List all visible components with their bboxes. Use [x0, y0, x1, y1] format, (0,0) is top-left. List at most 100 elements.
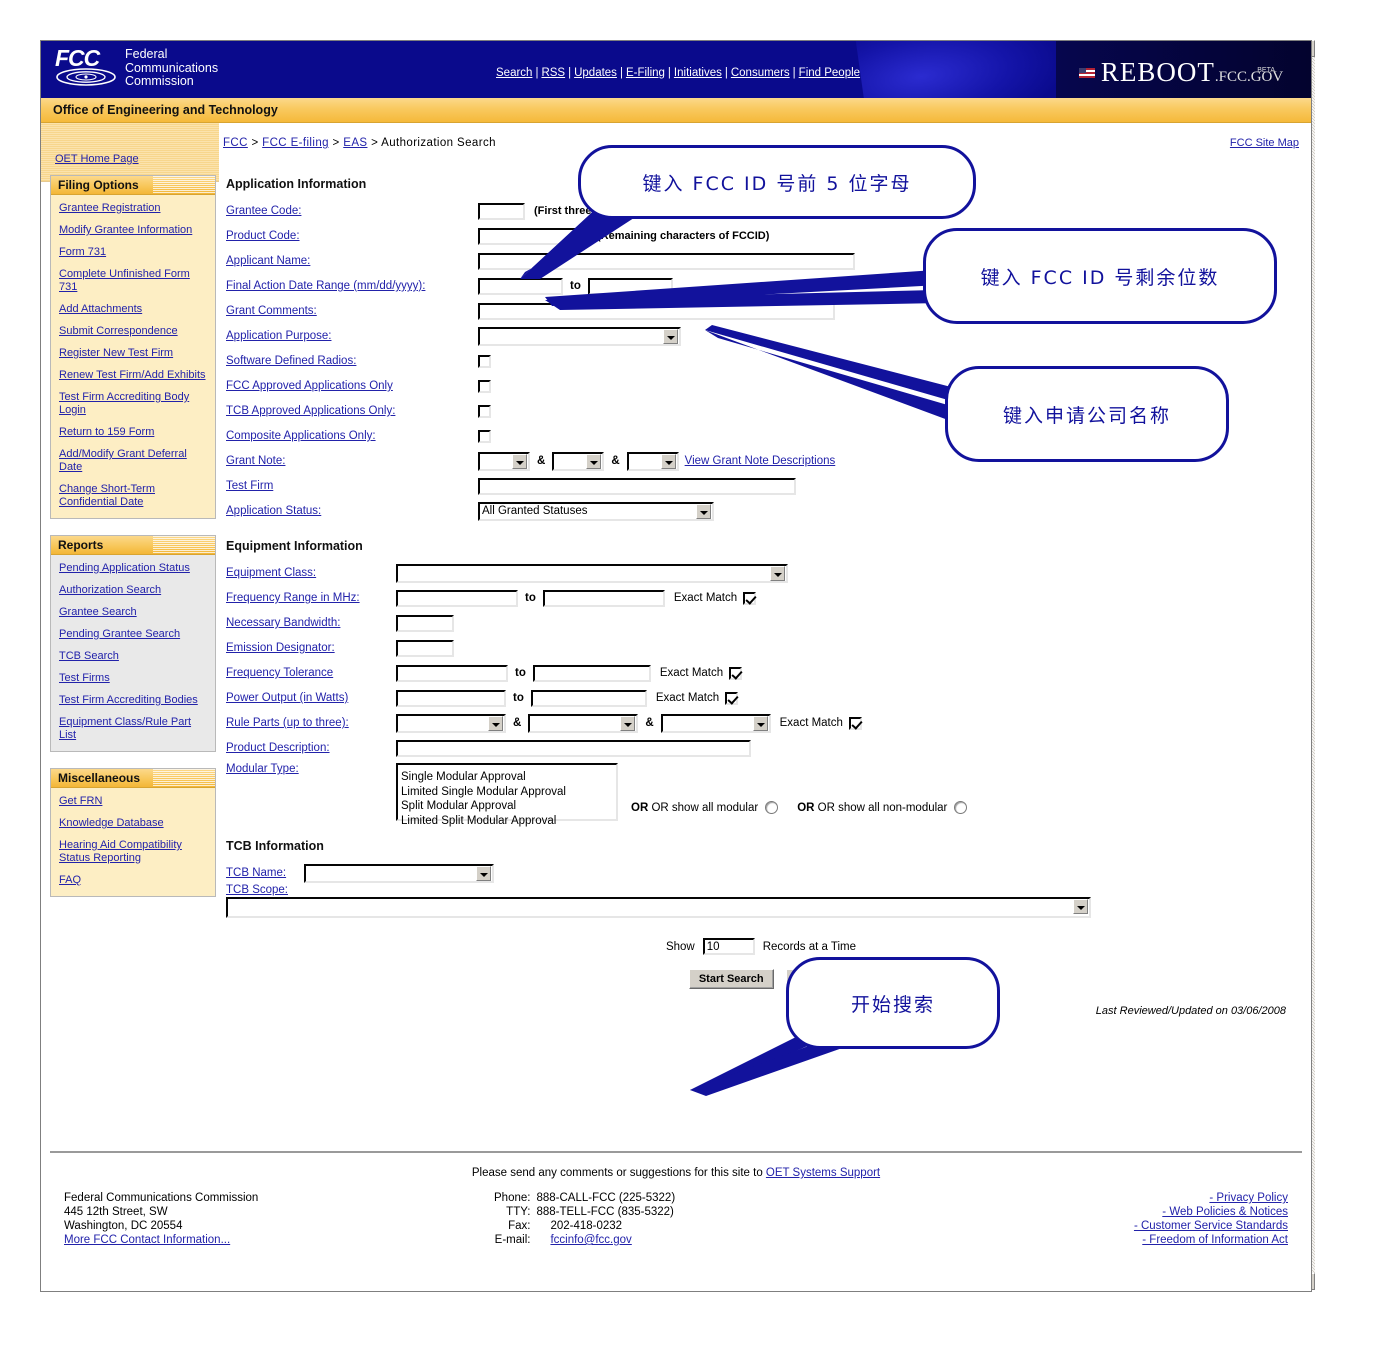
sidebar-item-register-new-test-firm[interactable]: Register New Test Firm — [59, 347, 207, 360]
product-code-input[interactable] — [478, 227, 588, 245]
callout-product-code-text: 键入 FCC ID 号剩余位数 — [980, 266, 1220, 289]
nav-link-search[interactable]: Search — [496, 67, 532, 79]
necessary-bandwidth-input[interactable] — [396, 614, 454, 632]
final-action-date-from-input[interactable] — [478, 277, 563, 295]
grant-note-select-1[interactable] — [478, 451, 530, 471]
application-status-select[interactable]: All Granted Statuses — [478, 501, 714, 521]
oet-systems-support-link[interactable]: OET Systems Support — [766, 1167, 880, 1179]
sidebar-item-equipment-class-rule-part-list[interactable]: Equipment Class/Rule Part List — [59, 716, 207, 742]
frequency-tolerance-from-input[interactable] — [396, 664, 508, 682]
frequency-range-to-input[interactable] — [542, 589, 665, 607]
tcb-name-select[interactable] — [304, 863, 494, 883]
exact-match-tolerance-checkbox[interactable] — [729, 666, 743, 680]
nav-link-find-people[interactable]: Find People — [799, 67, 860, 79]
or-show-all-nonmodular-label: OR OR show all non-modular — [797, 801, 948, 814]
sidebar-item-add-modify-grant-deferral-date[interactable]: Add/Modify Grant Deferral Date — [59, 448, 207, 474]
fcc-site-map-link[interactable]: FCC Site Map — [1230, 137, 1299, 149]
modular-type-listbox[interactable]: Single Modular Approval Limited Single M… — [396, 763, 618, 827]
rule-part-select-1[interactable] — [396, 713, 506, 733]
sidebar-item-grantee-registration[interactable]: Grantee Registration — [59, 202, 207, 215]
grant-note-select-3[interactable] — [626, 451, 679, 471]
fcc-approved-only-checkbox[interactable] — [478, 379, 491, 393]
exact-match-frequency-checkbox[interactable] — [743, 591, 757, 605]
customer-service-standards-link[interactable]: - Customer Service Standards — [1134, 1220, 1288, 1232]
footer-email-link[interactable]: fccinfo@fcc.gov — [550, 1234, 631, 1246]
application-purpose-select[interactable] — [478, 326, 681, 346]
more-fcc-contact-information-link[interactable]: More FCC Contact Information... — [64, 1234, 230, 1246]
field-row-necessary-bandwidth: Necessary Bandwidth: — [226, 613, 1296, 633]
composite-only-checkbox[interactable] — [478, 429, 491, 443]
sidebar-item-test-firm-accrediting-bodies[interactable]: Test Firm Accrediting Bodies — [59, 694, 207, 707]
label-tcb-scope: TCB Scope: — [226, 884, 288, 896]
callout-applicant-name-text: 键入申请公司名称 — [1002, 404, 1171, 427]
sidebar-item-submit-correspondence[interactable]: Submit Correspondence — [59, 325, 207, 338]
sidebar-item-add-attachments[interactable]: Add Attachments — [59, 303, 207, 316]
modular-option-1[interactable]: Single Modular Approval — [401, 770, 616, 785]
show-all-modular-radio[interactable] — [765, 801, 779, 814]
nav-link-updates[interactable]: Updates — [574, 67, 617, 79]
power-output-from-input[interactable] — [396, 689, 506, 707]
privacy-policy-link[interactable]: - Privacy Policy — [1209, 1192, 1288, 1204]
nav-link-efiling[interactable]: E-Filing — [626, 67, 665, 79]
sidebar-item-test-firms[interactable]: Test Firms — [59, 672, 207, 685]
sidebar-item-modify-grantee-information[interactable]: Modify Grantee Information — [59, 224, 207, 237]
sidebar-item-test-firm-accrediting-body-login[interactable]: Test Firm Accrediting Body Login — [59, 391, 207, 417]
emission-designator-input[interactable] — [396, 639, 454, 657]
applicant-name-input[interactable] — [478, 252, 855, 270]
sidebar-item-return-to-159-form[interactable]: Return to 159 Form — [59, 426, 207, 439]
sidebar-item-pending-grantee-search[interactable]: Pending Grantee Search — [59, 628, 207, 641]
modular-option-2[interactable]: Limited Single Modular Approval — [401, 785, 616, 800]
field-row-tcb-name: TCB Name: — [226, 863, 1296, 883]
reboot-brand[interactable]: REBOOT .FCC.GOV BETA — [1078, 57, 1301, 88]
sidebar-item-renew-test-firm[interactable]: Renew Test Firm/Add Exhibits — [59, 369, 207, 382]
product-description-input[interactable] — [396, 739, 751, 757]
grantee-code-input[interactable] — [478, 202, 525, 220]
modular-option-3[interactable]: Split Modular Approval — [401, 799, 616, 814]
frequency-range-from-input[interactable] — [396, 589, 518, 607]
reboot-brand-main: REBOOT — [1100, 57, 1215, 87]
sidebar-item-grantee-search[interactable]: Grantee Search — [59, 606, 207, 619]
grant-comments-input[interactable] — [478, 302, 835, 320]
sidebar-item-change-short-term-confidential-date[interactable]: Change Short-Term Confidential Date — [59, 483, 207, 509]
sidebar-item-hearing-aid-compatibility[interactable]: Hearing Aid Compatibility Status Reporti… — [59, 839, 207, 865]
sidebar-item-get-frn[interactable]: Get FRN — [59, 795, 207, 808]
software-defined-radios-checkbox[interactable] — [478, 354, 491, 368]
breadcrumb-fcc[interactable]: FCC — [223, 137, 248, 149]
tcb-approved-only-checkbox[interactable] — [478, 404, 491, 418]
nav-link-initiatives[interactable]: Initiatives — [674, 67, 722, 79]
exact-match-power-checkbox[interactable] — [725, 691, 739, 705]
modular-option-4[interactable]: Limited Split Modular Approval — [401, 814, 616, 829]
sidebar-item-knowledge-database[interactable]: Knowledge Database — [59, 817, 207, 830]
breadcrumb-eas[interactable]: EAS — [343, 137, 367, 149]
tolerance-to-word: to — [515, 667, 526, 679]
footer-policy-links: - Privacy Policy - Web Policies & Notice… — [894, 1191, 1288, 1247]
sidebar-item-form-731[interactable]: Form 731 — [59, 246, 207, 259]
web-policies-link[interactable]: - Web Policies & Notices — [1162, 1206, 1288, 1218]
frequency-tolerance-to-input[interactable] — [532, 664, 651, 682]
breadcrumb-efiling[interactable]: FCC E-filing — [262, 137, 329, 149]
sidebar-item-faq[interactable]: FAQ — [59, 874, 207, 887]
power-output-to-input[interactable] — [530, 689, 647, 707]
nav-link-rss[interactable]: RSS — [541, 67, 565, 79]
records-count-input[interactable] — [702, 938, 755, 955]
grant-note-select-2[interactable] — [552, 451, 605, 471]
equipment-class-select[interactable] — [396, 563, 788, 583]
rule-part-select-3[interactable] — [660, 713, 771, 733]
tcb-scope-select[interactable] — [226, 897, 1091, 918]
rule-part-select-2[interactable] — [528, 713, 639, 733]
test-firm-input[interactable] — [478, 477, 796, 495]
nav-link-consumers[interactable]: Consumers — [731, 67, 790, 79]
foia-link[interactable]: - Freedom of Information Act — [1142, 1234, 1288, 1246]
fcc-logo[interactable]: FCC Federal Communications Commission — [55, 47, 218, 89]
sidebar-item-tcb-search[interactable]: TCB Search — [59, 650, 207, 663]
sidebar-item-complete-unfinished-form-731[interactable]: Complete Unfinished Form 731 — [59, 268, 207, 294]
callout-applicant-name: 键入申请公司名称 — [945, 366, 1229, 462]
sidebar-item-pending-application-status[interactable]: Pending Application Status — [59, 562, 207, 575]
start-search-button[interactable]: Start Search — [688, 969, 774, 989]
sidebar-item-authorization-search[interactable]: Authorization Search — [59, 584, 207, 597]
show-all-nonmodular-radio[interactable] — [954, 801, 968, 814]
oet-home-page-link[interactable]: OET Home Page — [55, 153, 139, 165]
exact-match-rule-parts-checkbox[interactable] — [848, 716, 862, 730]
view-grant-note-descriptions-link[interactable]: View Grant Note Descriptions — [685, 455, 836, 467]
final-action-date-to-input[interactable] — [587, 277, 673, 295]
